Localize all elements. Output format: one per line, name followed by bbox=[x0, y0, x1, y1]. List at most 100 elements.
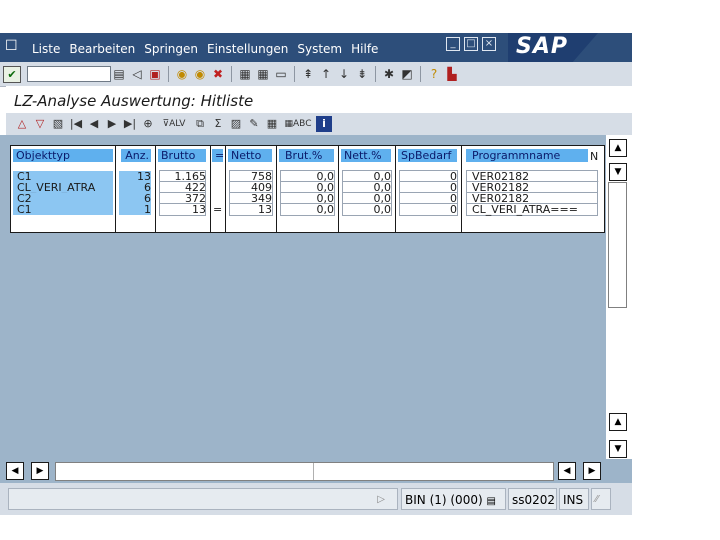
resize-grip-icon[interactable]: ⁄⁄ bbox=[591, 488, 611, 510]
horizontal-scroll-thumb[interactable] bbox=[56, 463, 314, 480]
horizontal-scroll-track[interactable] bbox=[55, 462, 554, 481]
server-name: ss0202 bbox=[512, 493, 556, 507]
last-page-icon[interactable]: ⇟ bbox=[354, 66, 370, 82]
scroll-down-button[interactable]: ▼ bbox=[609, 163, 627, 181]
sap-logo-text: SAP bbox=[516, 34, 568, 59]
copy-icon[interactable]: ⧉ bbox=[192, 116, 208, 132]
system-menu-icon[interactable]: ▤ bbox=[486, 496, 495, 507]
menu-bar: ☐ Liste Bearbeiten Springen Einstellunge… bbox=[0, 33, 632, 62]
maximize-icon[interactable]: □ bbox=[464, 37, 478, 51]
menu-einstellungen[interactable]: Einstellungen bbox=[207, 42, 288, 56]
menu-springen[interactable]: Springen bbox=[144, 42, 198, 56]
scroll-right-button-2[interactable]: ▶ bbox=[583, 462, 601, 480]
export-icon[interactable]: ▨ bbox=[228, 116, 244, 132]
status-server-field: ss0202 bbox=[508, 488, 557, 510]
application-toolbar-icons: △ ▽ ▧ |◀ ◀ ▶ ▶| ⊕ ⊽ALV ⧉ Σ ▨ ✎ ▦ ▦ABC i bbox=[14, 116, 332, 132]
window-controls: _ □ × bbox=[446, 37, 496, 51]
cell-spbedarf: 0 bbox=[450, 203, 457, 216]
toolbar-separator bbox=[294, 66, 295, 82]
menu-liste[interactable]: Liste bbox=[32, 42, 60, 56]
cell-netto: 13 bbox=[258, 203, 272, 216]
previous-column-icon[interactable]: ◀ bbox=[86, 116, 102, 132]
minimize-icon[interactable]: _ bbox=[446, 37, 460, 51]
grid-icon: ▦ bbox=[284, 119, 294, 129]
menu-system[interactable]: System bbox=[297, 42, 342, 56]
filter-alv-button[interactable]: ⊽ALV bbox=[158, 116, 190, 132]
cell-anz: 1 bbox=[144, 203, 151, 216]
system-info: BIN (1) (000) bbox=[405, 493, 483, 507]
exit-icon[interactable]: ◉ bbox=[192, 66, 208, 82]
new-session-icon[interactable]: ✱ bbox=[381, 66, 397, 82]
select-icon[interactable]: ▽ bbox=[32, 116, 48, 132]
standard-toolbar-icons: ▤ ◁ ▣ ◉ ◉ ✖ ▦ ▦ ▭ ⇞ ↑ ↓ ⇟ ✱ ◩ ? ▙ bbox=[111, 66, 460, 82]
sum-icon[interactable]: Σ bbox=[210, 116, 226, 132]
cell-objekttyp: C1 bbox=[17, 203, 32, 216]
close-icon[interactable]: × bbox=[482, 37, 496, 51]
details-icon[interactable]: △ bbox=[14, 116, 30, 132]
scroll-right-button[interactable]: ▶ bbox=[31, 462, 49, 480]
list-area: Objekttyp Anz. Brutto = Netto Brut.% Net… bbox=[0, 135, 606, 488]
cancel-icon[interactable]: ✖ bbox=[210, 66, 226, 82]
help-icon[interactable]: ? bbox=[426, 66, 442, 82]
command-field[interactable] bbox=[27, 66, 111, 82]
alv-label: ALV bbox=[169, 119, 186, 129]
system-menu-icon[interactable]: ☐ bbox=[5, 38, 23, 54]
search-icon[interactable]: ⊕ bbox=[140, 116, 156, 132]
expand-status-icon[interactable]: ▷ bbox=[377, 489, 385, 511]
last-column-icon[interactable]: ▶| bbox=[122, 116, 138, 132]
scroll-up-button[interactable]: ▲ bbox=[609, 139, 627, 157]
page-up-button[interactable]: ▲ bbox=[609, 413, 627, 431]
toolbar-separator bbox=[375, 66, 376, 82]
header-objekttyp[interactable]: Objekttyp bbox=[13, 149, 113, 162]
page-title: LZ-Analyse Auswertung: Hitliste bbox=[14, 92, 254, 110]
scroll-left-button-2[interactable]: ◀ bbox=[558, 462, 576, 480]
status-message-field[interactable]: ▷ bbox=[8, 488, 398, 510]
standard-toolbar: ✔ ▤ ◁ ▣ ◉ ◉ ✖ ▦ ▦ ▭ ⇞ ↑ ↓ ⇟ ✱ ◩ ? ▙ bbox=[0, 62, 632, 87]
shortcut-icon[interactable]: ◩ bbox=[399, 66, 415, 82]
sap-logo: SAP bbox=[508, 33, 598, 62]
next-page-icon[interactable]: ↓ bbox=[336, 66, 352, 82]
status-system-field[interactable]: BIN (1) (000) ▤ bbox=[401, 488, 506, 510]
choose-icon[interactable]: ▧ bbox=[50, 116, 66, 132]
header-brut-pct[interactable]: Brut.% bbox=[279, 149, 334, 162]
save-icon[interactable]: ▣ bbox=[147, 66, 163, 82]
toolbar-separator bbox=[168, 66, 169, 82]
cell-brut-pct: 0,0 bbox=[316, 203, 335, 216]
next-column-icon[interactable]: ▶ bbox=[104, 116, 120, 132]
header-anz[interactable]: Anz. bbox=[121, 149, 151, 162]
table-icon[interactable]: ▦ bbox=[264, 116, 280, 132]
find-next-icon[interactable]: ▭ bbox=[273, 66, 289, 82]
page-down-button[interactable]: ▼ bbox=[609, 440, 627, 458]
abc-analysis-button[interactable]: ▦ABC bbox=[282, 116, 314, 132]
menu-hilfe[interactable]: Hilfe bbox=[351, 42, 378, 56]
status-bar: ▷ BIN (1) (000) ▤ ss0202 INS ⁄⁄ bbox=[0, 483, 632, 515]
header-flag[interactable]: = bbox=[212, 149, 224, 162]
command-history-icon[interactable]: ▤ bbox=[111, 66, 127, 82]
header-spbedarf[interactable]: SpBedarf bbox=[398, 149, 457, 162]
edit-icon[interactable]: ✎ bbox=[246, 116, 262, 132]
menu-bearbeiten[interactable]: Bearbeiten bbox=[69, 42, 135, 56]
header-n: N bbox=[590, 150, 599, 163]
menu-list: Liste Bearbeiten Springen Einstellungen … bbox=[32, 42, 387, 56]
header-netto[interactable]: Netto bbox=[228, 149, 272, 162]
header-brutto[interactable]: Brutto bbox=[158, 149, 206, 162]
print-icon[interactable]: ▦ bbox=[237, 66, 253, 82]
layout-menu-icon[interactable]: ▙ bbox=[444, 66, 460, 82]
find-icon[interactable]: ▦ bbox=[255, 66, 271, 82]
previous-page-icon[interactable]: ↑ bbox=[318, 66, 334, 82]
back-arrow-icon[interactable]: ◁ bbox=[129, 66, 145, 82]
header-programmname[interactable]: Programmname bbox=[466, 149, 588, 162]
vertical-scroll-track[interactable] bbox=[608, 182, 627, 308]
cell-brutto: 13 bbox=[192, 203, 206, 216]
back-icon[interactable]: ◉ bbox=[174, 66, 190, 82]
hit-list-table: Objekttyp Anz. Brutto = Netto Brut.% Net… bbox=[10, 145, 605, 233]
enter-button[interactable]: ✔ bbox=[3, 66, 21, 83]
first-page-icon[interactable]: ⇞ bbox=[300, 66, 316, 82]
scroll-left-button[interactable]: ◀ bbox=[6, 462, 24, 480]
first-column-icon[interactable]: |◀ bbox=[68, 116, 84, 132]
header-nett-pct[interactable]: Nett.% bbox=[341, 149, 391, 162]
status-mode-field[interactable]: INS bbox=[559, 488, 589, 510]
sap-window: ☐ Liste Bearbeiten Springen Einstellunge… bbox=[0, 33, 632, 515]
cell-nett-pct: 0,0 bbox=[373, 203, 392, 216]
info-icon[interactable]: i bbox=[316, 116, 332, 132]
